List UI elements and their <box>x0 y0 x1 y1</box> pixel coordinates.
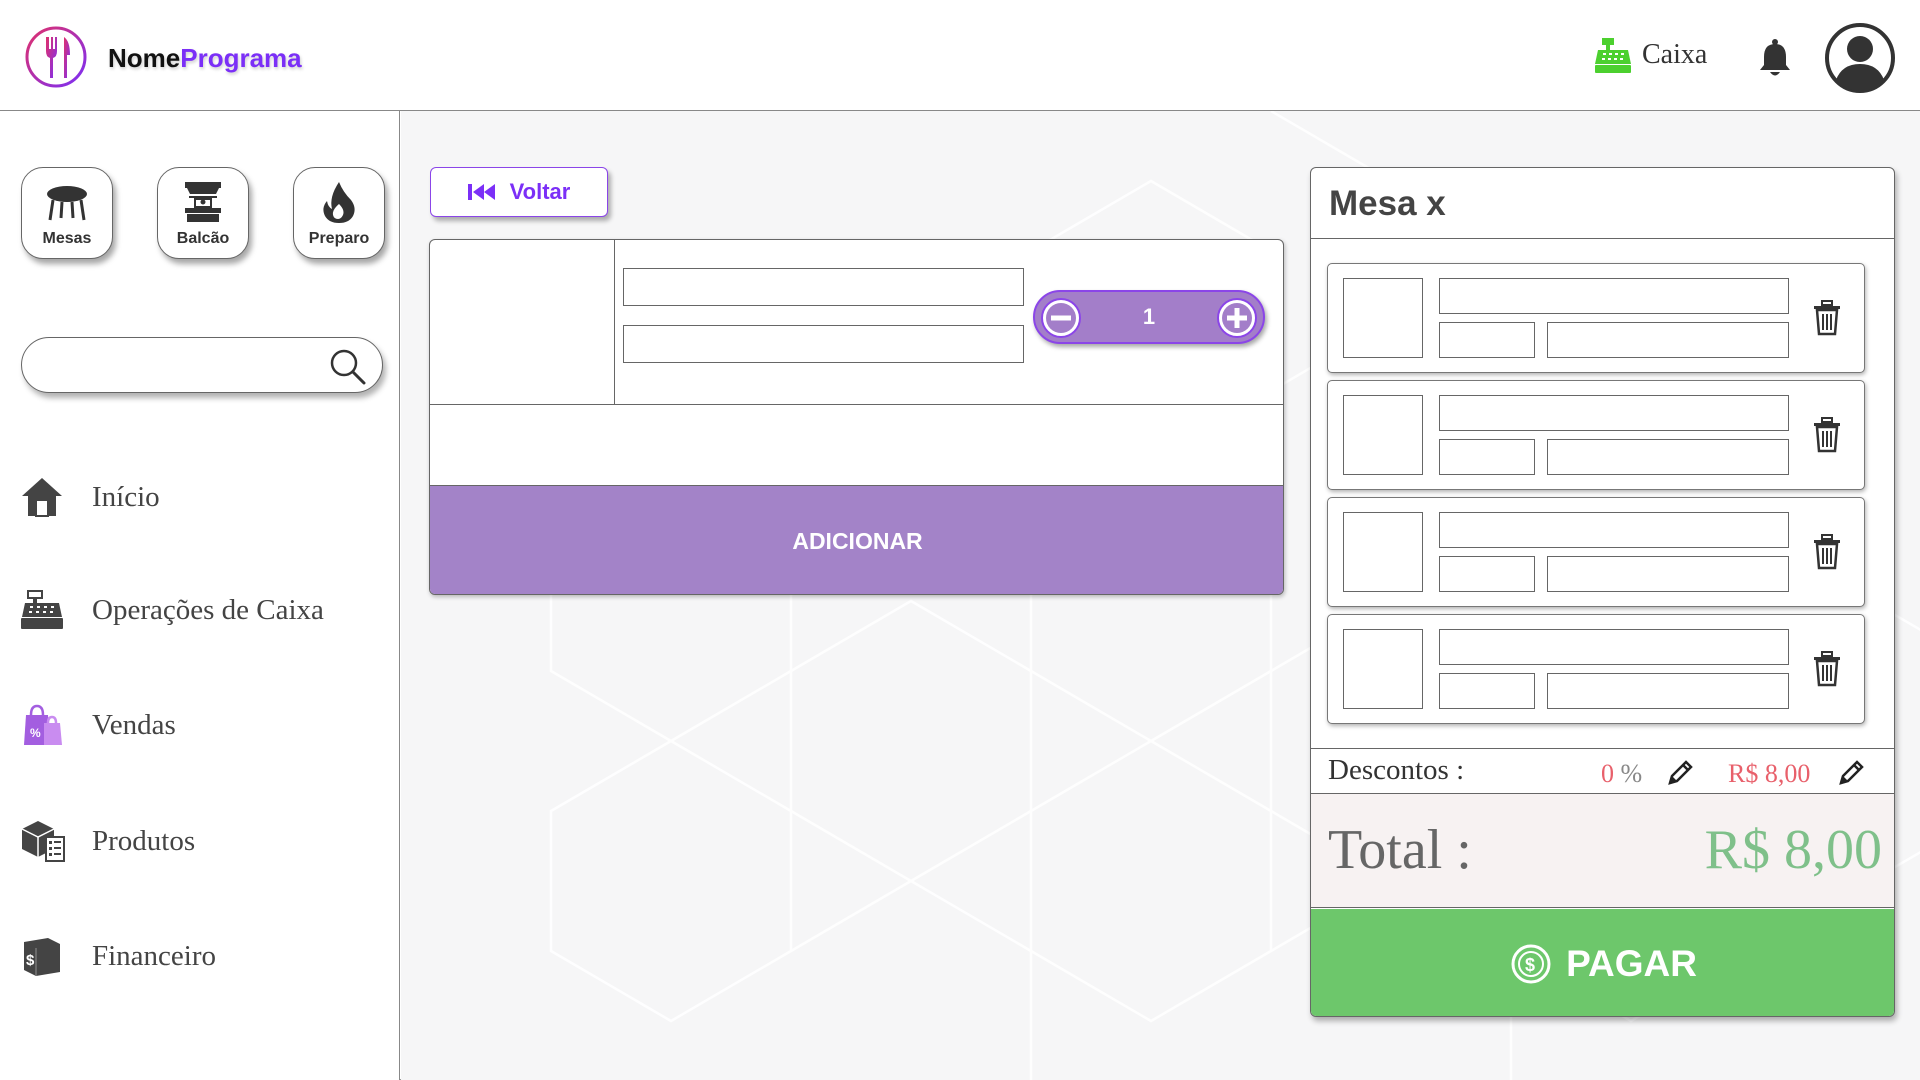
trash-icon[interactable] <box>1812 300 1842 336</box>
item-qty-field <box>1439 556 1535 592</box>
product-image-placeholder <box>430 240 615 404</box>
shopping-bags-icon: % <box>24 704 62 745</box>
nav-item-label: Início <box>92 480 160 513</box>
home-icon <box>22 478 62 517</box>
quick-button-balcao[interactable]: Balcão <box>157 167 249 259</box>
nav-item-vendas[interactable]: % Vendas <box>18 695 176 755</box>
item-name-field <box>1439 629 1789 665</box>
trash-icon[interactable] <box>1812 651 1842 687</box>
item-name-field <box>1439 278 1789 314</box>
svg-text:$: $ <box>1525 955 1535 975</box>
search-icon[interactable] <box>328 347 368 387</box>
svg-text:$: $ <box>26 952 35 969</box>
order-item <box>1327 614 1865 724</box>
divider <box>1311 238 1894 239</box>
app-name: NomePrograma <box>108 43 302 74</box>
item-price-field <box>1547 673 1789 709</box>
item-name-field <box>1439 395 1789 431</box>
order-item <box>1327 497 1865 607</box>
top-bar: NomePrograma Caixa <box>0 0 1920 111</box>
nav-item-label: Produtos <box>92 824 196 857</box>
quantity-stepper: 1 <box>1033 290 1265 344</box>
back-button-label: Voltar <box>509 179 571 204</box>
boxes-icon <box>21 821 65 862</box>
total-label: Total : <box>1328 819 1472 881</box>
add-button-label: ADICIONAR <box>792 527 923 554</box>
discount-percent: 0 % <box>1601 759 1642 789</box>
item-name-field <box>1439 512 1789 548</box>
app-name-part2: Programa <box>180 43 302 73</box>
quick-button-label: Preparo <box>308 230 370 247</box>
discount-value: R$ 8,00 <box>1728 759 1811 788</box>
item-thumbnail <box>1343 278 1423 358</box>
quick-button-mesas[interactable]: Mesas <box>21 167 113 259</box>
item-thumbnail <box>1343 512 1423 592</box>
minus-icon[interactable] <box>1040 297 1082 339</box>
discount-percent-unit: % <box>1620 759 1643 788</box>
plus-icon[interactable] <box>1216 297 1258 339</box>
quick-button-label: Mesas <box>42 230 92 247</box>
svg-text:%: % <box>30 726 41 740</box>
nav-item-financeiro[interactable]: $ Financeiro <box>18 926 216 986</box>
fire-icon <box>323 182 355 223</box>
item-price-field <box>1547 322 1789 358</box>
quick-button-preparo[interactable]: Preparo <box>293 167 385 259</box>
total-value: R$ 8,00 <box>1704 819 1882 881</box>
search-input[interactable] <box>42 348 322 382</box>
pencil-icon[interactable] <box>1838 760 1864 786</box>
item-price-field <box>1547 439 1789 475</box>
item-qty-field <box>1439 673 1535 709</box>
product-notes-area[interactable] <box>430 405 1283 485</box>
order-item <box>1327 380 1865 490</box>
quantity-value: 1 <box>1142 304 1156 329</box>
discounts-row: Descontos : 0 % R$ 8,00 <box>1311 748 1894 794</box>
pay-button[interactable]: $ PAGAR <box>1311 909 1894 1016</box>
counter-icon <box>185 182 221 222</box>
discount-percent-value: 0 <box>1601 759 1614 788</box>
add-button[interactable]: ADICIONAR <box>430 485 1283 594</box>
app-name-part1: Nome <box>108 43 181 73</box>
total-row: Total : R$ 8,00 <box>1311 794 1894 908</box>
nav-item-inicio[interactable]: Início <box>18 467 160 527</box>
nav-item-label: Vendas <box>92 708 176 741</box>
coin-dollar-icon: $ <box>1511 944 1551 983</box>
user-avatar-icon[interactable] <box>1824 22 1896 94</box>
item-price-field <box>1547 556 1789 592</box>
order-item <box>1327 263 1865 373</box>
pencil-icon[interactable] <box>1667 760 1693 786</box>
trash-icon[interactable] <box>1812 534 1842 570</box>
nav-item-label: Financeiro <box>92 939 217 972</box>
rewind-icon <box>467 184 495 200</box>
item-thumbnail <box>1343 395 1423 475</box>
trash-icon[interactable] <box>1812 417 1842 453</box>
item-qty-field <box>1439 322 1535 358</box>
cash-register-icon <box>1595 38 1631 73</box>
order-title: Mesa x <box>1329 184 1446 223</box>
fork-knife-icon[interactable] <box>24 25 88 89</box>
item-qty-field <box>1439 439 1535 475</box>
nav-item-produtos[interactable]: Produtos <box>18 811 195 871</box>
cash-status[interactable]: Caixa <box>1594 36 1707 74</box>
nav-item-label: Operações de Caixa <box>92 593 324 626</box>
product-name-field <box>623 268 1024 306</box>
table-icon <box>47 186 87 221</box>
cash-label: Caixa <box>1642 39 1708 70</box>
bell-icon[interactable] <box>1757 38 1793 78</box>
pay-button-label: PAGAR <box>1566 942 1697 984</box>
quick-button-label: Balcão <box>176 230 230 247</box>
product-card: 1 ADICIONAR <box>429 239 1284 595</box>
search-box <box>21 337 383 393</box>
discounts-label: Descontos : <box>1328 754 1465 786</box>
order-panel: Mesa x Descontos: 0 % R$ 8,00 Total: R… <box>1310 167 1895 1017</box>
item-thumbnail <box>1343 629 1423 709</box>
cash-register-icon <box>21 590 63 629</box>
money-book-icon: $ <box>24 938 60 976</box>
nav-item-operacoes-caixa[interactable]: Operações de Caixa <box>18 580 324 640</box>
sidebar: Mesas Balcão Preparo Início Operações de… <box>0 111 400 1080</box>
product-price-field <box>623 325 1024 363</box>
back-button[interactable]: Voltar <box>430 167 608 217</box>
